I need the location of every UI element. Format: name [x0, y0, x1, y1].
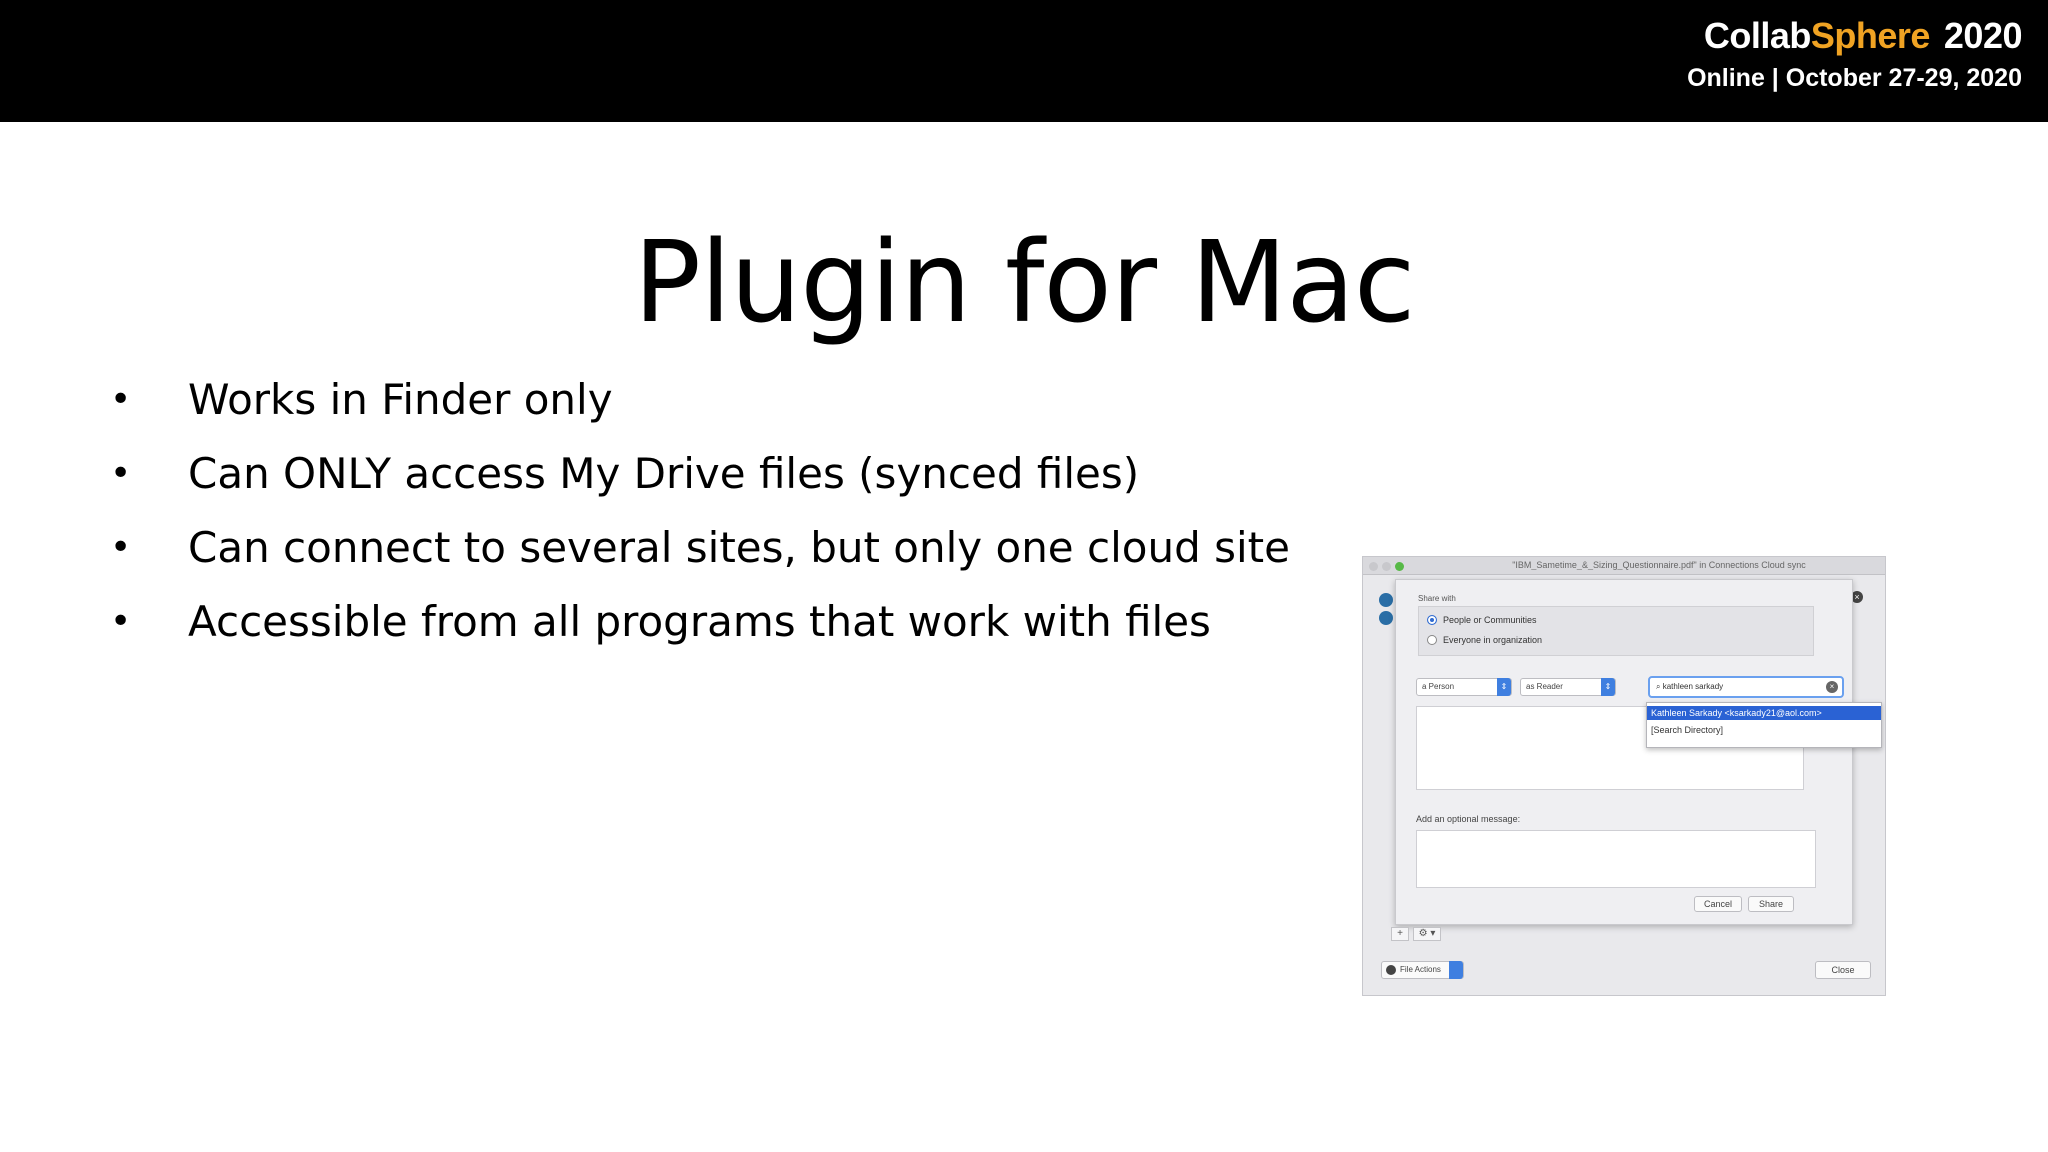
radio-unselected-icon: [1427, 635, 1437, 645]
bullet-text: Can connect to several sites, but only o…: [188, 522, 1290, 572]
bullet-dot: •: [110, 452, 132, 494]
message-label: Add an optional message:: [1416, 814, 1521, 824]
share-button[interactable]: Share: [1748, 896, 1794, 912]
window-close-icon[interactable]: [1369, 562, 1378, 571]
radio-everyone-in-organization[interactable]: Everyone in organization: [1427, 635, 1542, 645]
person-type-select[interactable]: a Person ⇕: [1416, 678, 1512, 696]
suggestion-item[interactable]: [Search Directory]: [1647, 723, 1881, 737]
chevron-updown-icon: ⇕: [1497, 678, 1511, 696]
bullet-dot: •: [110, 600, 132, 642]
radio-people-or-communities[interactable]: People or Communities: [1427, 615, 1537, 625]
radio-label: Everyone in organization: [1443, 635, 1543, 645]
role-select[interactable]: as Reader ⇕: [1520, 678, 1616, 696]
add-button[interactable]: +: [1391, 927, 1409, 941]
bullet-text: Can ONLY access My Drive files (synced f…: [188, 448, 1140, 498]
clear-search-icon[interactable]: ×: [1826, 681, 1838, 693]
bullet-item: • Works in Finder only: [110, 362, 1290, 436]
bullet-item: • Can ONLY access My Drive files (synced …: [110, 436, 1290, 510]
search-value: kathleen sarkady: [1662, 682, 1724, 691]
bullet-item: • Accessible from all programs that work …: [110, 584, 1290, 658]
person-type-value: a Person: [1422, 682, 1455, 691]
brand-sphere: Sphere: [1810, 15, 1931, 56]
close-button[interactable]: Close: [1815, 961, 1871, 979]
mac-share-dialog-screenshot: "IBM_Sametime_&_Sizing_Questionnaire.pdf…: [1362, 556, 1886, 996]
radio-label: People or Communities: [1443, 615, 1537, 625]
gear-icon: [1386, 965, 1396, 975]
window-titlebar: "IBM_Sametime_&_Sizing_Questionnaire.pdf…: [1363, 557, 1885, 575]
window-title: "IBM_Sametime_&_Sizing_Questionnaire.pdf…: [1512, 560, 1806, 570]
message-textarea[interactable]: [1416, 830, 1816, 888]
gear-menu-button[interactable]: ⚙ ▾: [1413, 927, 1441, 941]
chevron-updown-icon: [1448, 961, 1463, 979]
brand-collab: Collab: [1703, 15, 1812, 56]
people-search-input[interactable]: ⌕ kathleen sarkady ×: [1648, 676, 1844, 698]
header-banner: CollabSphere 2020 Online | October 27-29,…: [0, 0, 2048, 122]
slide-title: Plugin for Mac: [633, 218, 1416, 348]
bullet-dot: •: [110, 378, 132, 420]
window-minimize-icon[interactable]: [1382, 562, 1391, 571]
bullet-text: Works in Finder only: [188, 374, 613, 424]
bullet-dot: •: [110, 526, 132, 568]
file-actions-label: File Actions: [1400, 965, 1441, 974]
share-with-group: People or Communities Everyone in organi…: [1418, 606, 1814, 656]
role-value: as Reader: [1526, 682, 1563, 691]
suggestion-item[interactable]: Kathleen Sarkady <ksarkady21@aol.com>: [1647, 706, 1881, 720]
window-zoom-icon[interactable]: [1395, 562, 1404, 571]
share-with-label: Share with: [1418, 594, 1456, 603]
bullet-text: Accessible from all programs that work w…: [188, 596, 1211, 646]
share-sheet: Share with People or Communities Everyon…: [1395, 579, 1882, 925]
radio-selected-icon: [1427, 615, 1437, 625]
list-controls: + ⚙ ▾: [1391, 927, 1441, 941]
brand-year: 2020: [1943, 15, 2023, 56]
event-tagline: Online | October 27-29, 2020: [1687, 64, 2022, 92]
search-suggestions-dropdown: Kathleen Sarkady <ksarkady21@aol.com> [S…: [1646, 702, 1882, 748]
user-avatar-icon: [1379, 593, 1395, 625]
bullet-item: • Can connect to several sites, but only …: [110, 510, 1290, 584]
brand-logo: CollabSphere 2020 Online | October 27-29,…: [1687, 14, 2022, 96]
chevron-updown-icon: ⇕: [1601, 678, 1615, 696]
brand-name: CollabSphere 2020: [1687, 14, 2023, 58]
cancel-button[interactable]: Cancel: [1694, 896, 1742, 912]
bullet-list: • Works in Finder only • Can ONLY access M…: [110, 362, 1290, 658]
search-icon: ⌕: [1656, 682, 1663, 691]
file-actions-button[interactable]: File Actions: [1381, 961, 1464, 979]
